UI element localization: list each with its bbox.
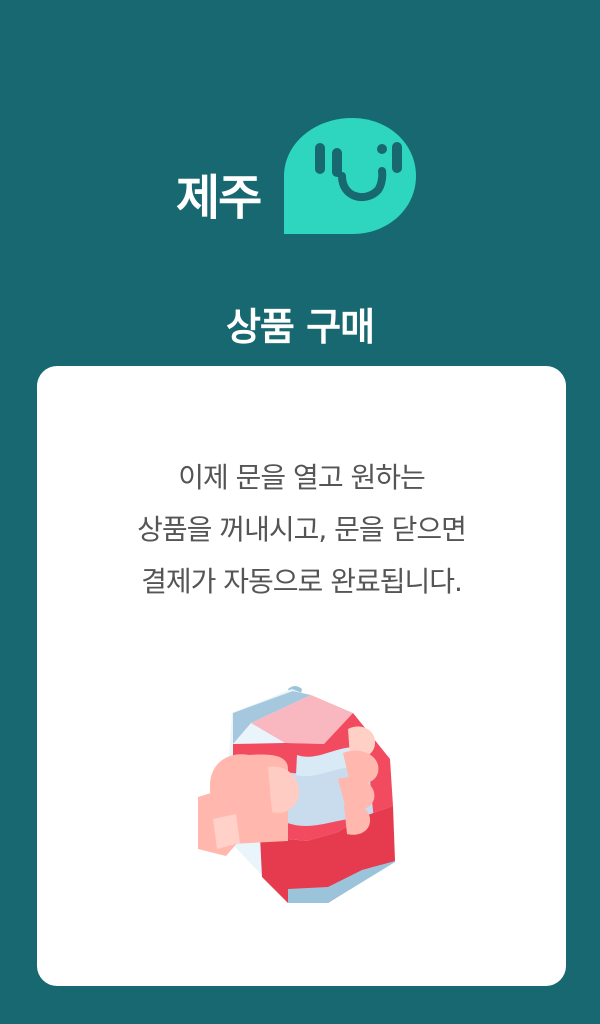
brand-logo: 제주 [176,118,422,238]
instruction-line: 결제가 자동으로 완료됩니다. [141,565,463,598]
instruction-line: 이제 문을 열고 원하는 [178,461,426,494]
page-title: 상품 구매 [225,305,375,349]
brand-name: 제주 [176,170,262,226]
speech-bubble-face-icon [284,118,416,234]
purchase-instruction-text: 이제 문을 열고 원하는 상품을 꺼내시고, 문을 닫으면 결제가 자동으로 완… [37,452,566,608]
instruction-line: 상품을 꺼내시고, 문을 닫으면 [137,513,467,546]
purchase-instruction-card: 이제 문을 열고 원하는 상품을 꺼내시고, 문을 닫으면 결제가 자동으로 완… [37,366,566,986]
hand-holding-can-icon [198,686,395,903]
